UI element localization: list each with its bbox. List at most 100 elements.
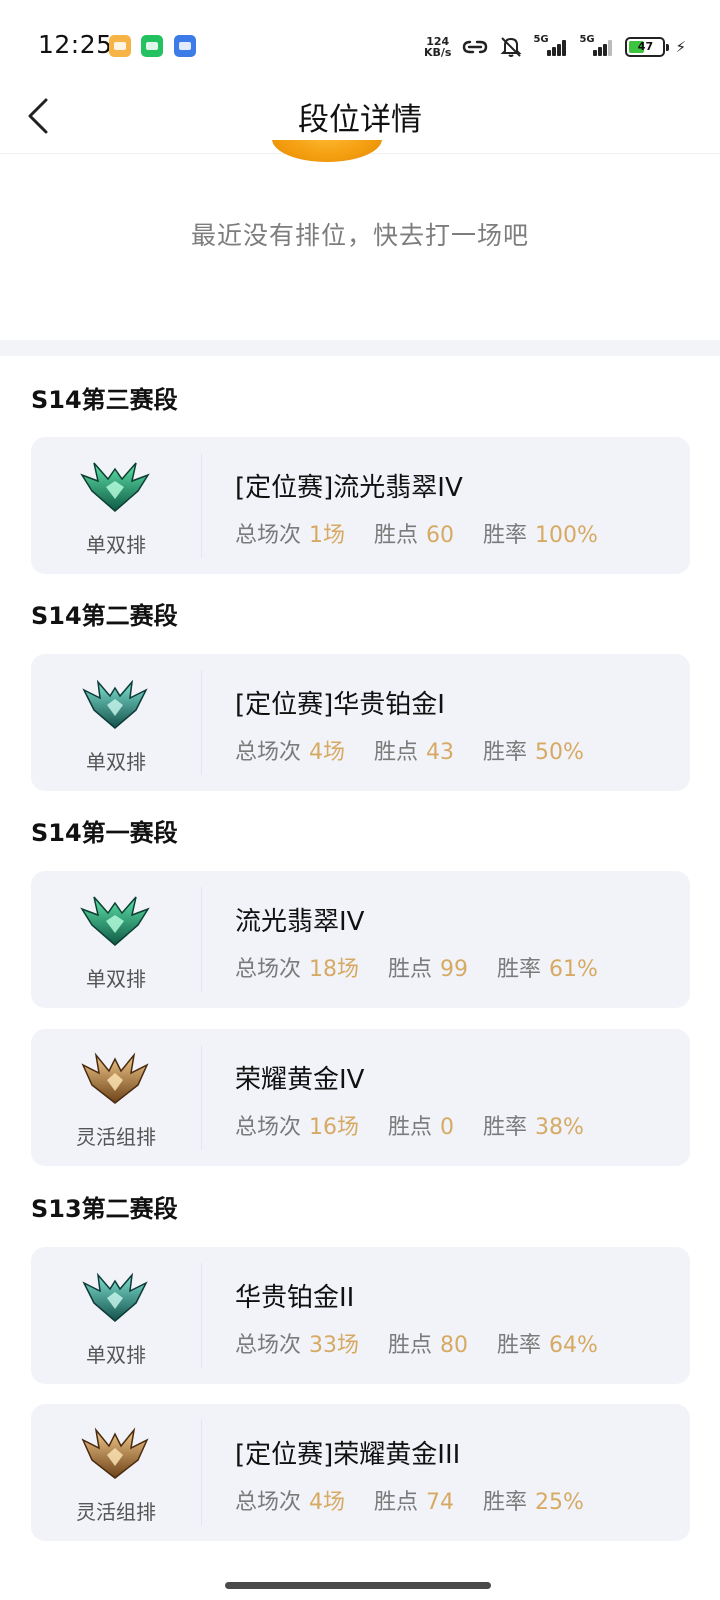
season-title: S14第二赛段	[31, 602, 178, 630]
games-value: 33场	[309, 1333, 360, 1358]
signal-icon: 5G	[579, 34, 615, 58]
platinum-emblem-icon	[82, 679, 148, 729]
signal-icon: 5G	[533, 34, 569, 58]
games-label: 总场次	[235, 1115, 302, 1140]
winrate-label: 胜率	[497, 1333, 542, 1358]
gold-emblem-icon	[81, 1427, 149, 1479]
emerald-emblem-icon	[80, 896, 150, 946]
queue-column: 灵活组排	[31, 1029, 201, 1166]
tier-name: 华贵铂金II	[235, 1283, 355, 1313]
season-title: S13第二赛段	[31, 1195, 178, 1223]
card-divider	[201, 1420, 202, 1525]
status-bar: 12:25 124 KB/s 5G 5G 47 ⚡	[0, 0, 720, 92]
lp-label: 胜点	[374, 523, 419, 548]
queue-type: 单双排	[86, 967, 146, 991]
queue-type: 单双排	[86, 1343, 146, 1367]
stats-row: 总场次 1场 胜点 60 胜率 100%	[235, 517, 598, 549]
charging-icon: ⚡	[675, 38, 686, 56]
queue-type: 灵活组排	[76, 1125, 156, 1149]
games-value: 18场	[309, 957, 360, 982]
card-divider	[201, 887, 202, 992]
games-value: 4场	[309, 740, 346, 765]
queue-column: 单双排	[31, 1247, 201, 1384]
card-divider	[201, 453, 202, 558]
network-speed: 124 KB/s	[423, 35, 452, 59]
winrate-value: 38%	[535, 1115, 584, 1140]
lp-value: 74	[426, 1490, 455, 1515]
rank-card[interactable]: 单双排 流光翡翠IV 总场次 18场 胜点 99 胜率 61%	[31, 871, 690, 1008]
tier-name: 荣耀黄金IV	[235, 1065, 365, 1095]
games-label: 总场次	[235, 740, 302, 765]
games-label: 总场次	[235, 1333, 302, 1358]
games-value: 1场	[309, 523, 346, 548]
rank-card[interactable]: 单双排 [定位赛]流光翡翠IV 总场次 1场 胜点 60 胜率 100%	[31, 437, 690, 574]
stats-row: 总场次 16场 胜点 0 胜率 38%	[235, 1109, 584, 1141]
winrate-label: 胜率	[483, 1490, 528, 1515]
winrate-label: 胜率	[483, 523, 528, 548]
platinum-emblem-icon	[82, 1272, 148, 1322]
mute-icon	[501, 37, 522, 57]
games-label: 总场次	[235, 523, 302, 548]
rank-card[interactable]: 单双排 华贵铂金II 总场次 33场 胜点 80 胜率 64%	[31, 1247, 690, 1384]
lp-value: 80	[440, 1333, 469, 1358]
lp-label: 胜点	[388, 1333, 433, 1358]
lp-value: 60	[426, 523, 455, 548]
queue-type: 灵活组排	[76, 1500, 156, 1524]
winrate-value: 61%	[549, 957, 598, 982]
lp-value: 0	[440, 1115, 455, 1140]
games-label: 总场次	[235, 1490, 302, 1515]
games-label: 总场次	[235, 957, 302, 982]
season-title: S14第一赛段	[31, 819, 178, 847]
wechat-icon	[141, 35, 163, 57]
notification-app-icon	[109, 35, 131, 57]
queue-type: 单双排	[86, 533, 146, 557]
games-value: 4场	[309, 1490, 346, 1515]
section-divider	[0, 340, 720, 356]
winrate-label: 胜率	[483, 1115, 528, 1140]
lp-value: 43	[426, 740, 455, 765]
queue-column: 单双排	[31, 437, 201, 574]
card-divider	[201, 1263, 202, 1368]
page-title: 段位详情	[298, 102, 422, 138]
winrate-label: 胜率	[483, 740, 528, 765]
gold-emblem-icon	[81, 1052, 149, 1104]
season-title: S14第三赛段	[31, 386, 178, 414]
tier-name: [定位赛]流光翡翠IV	[235, 473, 463, 503]
empty-illustration	[272, 140, 382, 164]
rank-card[interactable]: 灵活组排 [定位赛]荣耀黄金III 总场次 4场 胜点 74 胜率 25%	[31, 1404, 690, 1541]
winrate-label: 胜率	[497, 957, 542, 982]
tier-name: 流光翡翠IV	[235, 907, 365, 937]
queue-type: 单双排	[86, 750, 146, 774]
battery-icon: 47	[625, 37, 670, 57]
rank-card[interactable]: 灵活组排 荣耀黄金IV 总场次 16场 胜点 0 胜率 38%	[31, 1029, 690, 1166]
status-icons: 124 KB/s 5G 5G 47 ⚡	[424, 32, 686, 62]
winrate-value: 25%	[535, 1490, 584, 1515]
stats-row: 总场次 4场 胜点 43 胜率 50%	[235, 734, 584, 766]
hotspot-icon	[463, 40, 488, 54]
winrate-value: 64%	[549, 1333, 598, 1358]
lp-label: 胜点	[388, 1115, 433, 1140]
games-value: 16场	[309, 1115, 360, 1140]
empty-state-message: 最近没有排位，快去打一场吧	[190, 221, 529, 250]
queue-column: 单双排	[31, 871, 201, 1008]
queue-column: 灵活组排	[31, 1404, 201, 1541]
lp-label: 胜点	[374, 740, 419, 765]
lp-value: 99	[440, 957, 469, 982]
browser-icon	[174, 35, 196, 57]
queue-column: 单双排	[31, 654, 201, 791]
winrate-value: 50%	[535, 740, 584, 765]
emerald-emblem-icon	[80, 462, 150, 512]
lp-label: 胜点	[374, 1490, 419, 1515]
stats-row: 总场次 33场 胜点 80 胜率 64%	[235, 1327, 598, 1359]
stats-row: 总场次 18场 胜点 99 胜率 61%	[235, 951, 598, 983]
winrate-value: 100%	[535, 523, 598, 548]
status-time: 12:25	[38, 30, 113, 59]
tier-name: [定位赛]华贵铂金I	[235, 690, 445, 720]
stats-row: 总场次 4场 胜点 74 胜率 25%	[235, 1484, 584, 1516]
card-divider	[201, 1045, 202, 1150]
tier-name: [定位赛]荣耀黄金III	[235, 1440, 461, 1470]
home-indicator[interactable]	[225, 1582, 491, 1589]
rank-card[interactable]: 单双排 [定位赛]华贵铂金I 总场次 4场 胜点 43 胜率 50%	[31, 654, 690, 791]
card-divider	[201, 670, 202, 775]
lp-label: 胜点	[388, 957, 433, 982]
